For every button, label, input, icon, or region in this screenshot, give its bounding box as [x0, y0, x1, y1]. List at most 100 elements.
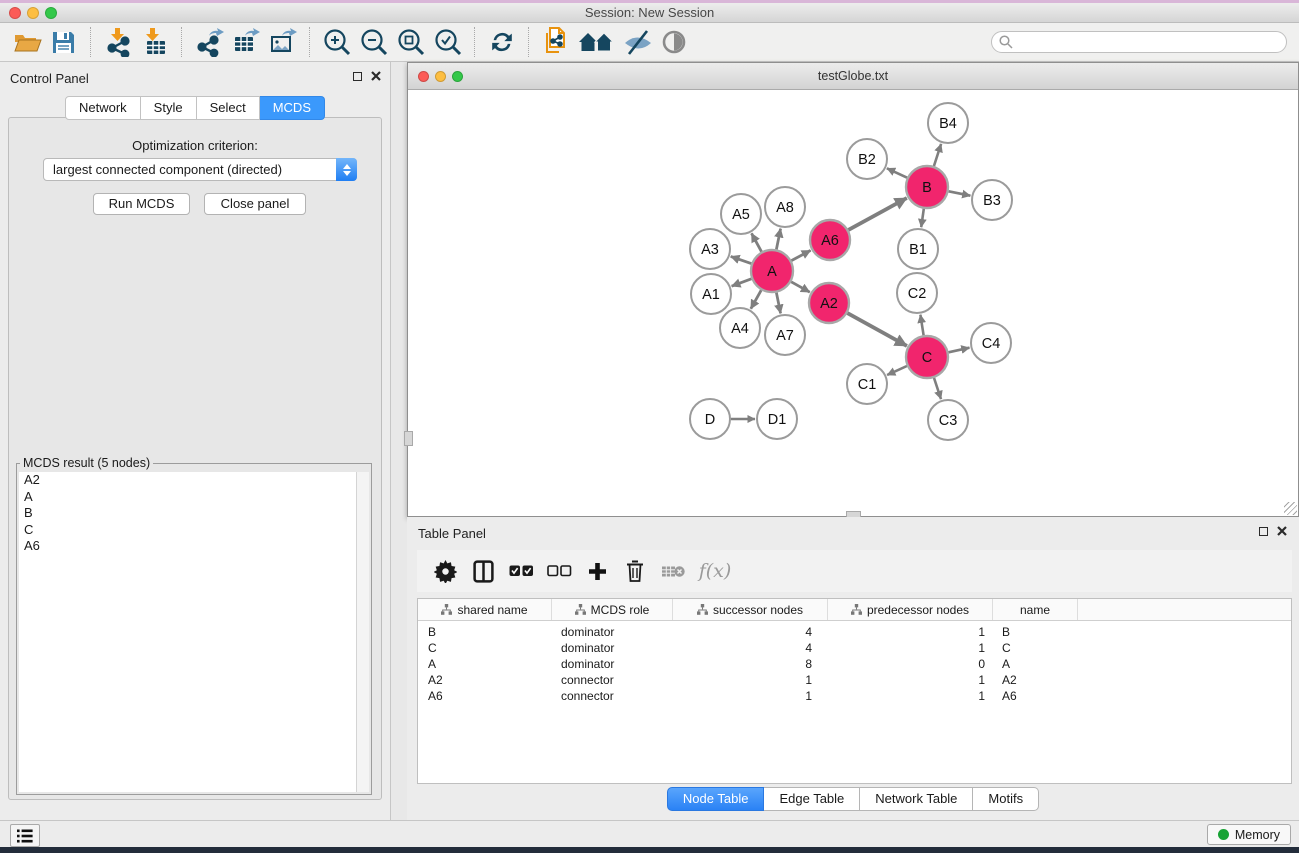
graph-node-C4[interactable]: C4 — [971, 323, 1011, 363]
float-panel-icon[interactable] — [353, 72, 362, 81]
graph-edge-A-A5 — [752, 233, 762, 251]
function-builder-button[interactable]: f(x) — [692, 553, 738, 589]
graph-edge-C-C4 — [949, 348, 970, 353]
memory-button[interactable]: Memory — [1207, 824, 1291, 845]
close-panel-icon[interactable] — [371, 71, 381, 81]
mcds-result-item[interactable]: A6 — [19, 538, 369, 555]
column-header-predecessor-nodes[interactable]: predecessor nodes — [828, 599, 993, 620]
zoom-out-button[interactable] — [355, 25, 392, 59]
graph-node-D[interactable]: D — [690, 399, 730, 439]
graph-node-D1[interactable]: D1 — [757, 399, 797, 439]
delete-table-button[interactable] — [654, 553, 692, 589]
unselect-all-columns-button[interactable] — [540, 553, 578, 589]
zoom-window-button[interactable] — [45, 7, 57, 19]
clone-network-button[interactable] — [537, 25, 574, 59]
minimize-window-button[interactable] — [27, 7, 39, 19]
graph-node-A4[interactable]: A4 — [720, 308, 760, 348]
criterion-select[interactable]: largest connected component (directed) — [43, 158, 357, 181]
export-image-button[interactable] — [264, 25, 301, 59]
network-close-button[interactable] — [418, 71, 429, 82]
tab-edge-table[interactable]: Edge Table — [764, 787, 860, 811]
home-button[interactable] — [574, 25, 618, 59]
clone-network-icon — [541, 26, 571, 58]
column-header-shared-name[interactable]: shared name — [418, 599, 552, 620]
open-session-button[interactable] — [8, 25, 45, 59]
zoom-fit-button[interactable] — [392, 25, 429, 59]
float-table-panel-icon[interactable] — [1259, 527, 1268, 536]
save-session-button[interactable] — [45, 25, 82, 59]
app-screen: Session: New Session — [0, 0, 1299, 853]
create-column-button[interactable] — [578, 553, 616, 589]
graph-node-B1[interactable]: B1 — [898, 229, 938, 269]
graph-node-B2[interactable]: B2 — [847, 139, 887, 179]
column-header-name[interactable]: name — [993, 599, 1078, 620]
graph-node-C[interactable]: C — [906, 336, 948, 378]
tab-style[interactable]: Style — [141, 96, 197, 120]
vertical-scroll-thumb[interactable] — [404, 431, 413, 446]
run-mcds-button[interactable]: Run MCDS — [93, 193, 190, 215]
graph-node-B4[interactable]: B4 — [928, 103, 968, 143]
tab-network-table[interactable]: Network Table — [860, 787, 973, 811]
graph-node-C1[interactable]: C1 — [847, 364, 887, 404]
network-minimize-button[interactable] — [435, 71, 446, 82]
graph-node-A7[interactable]: A7 — [765, 315, 805, 355]
table-row[interactable]: Cdominator41C — [418, 640, 1291, 656]
zoom-selected-button[interactable] — [429, 25, 466, 59]
network-canvas[interactable]: B4 B2 B B3 A8A5 A6 A3 B1 A C2 A1 A2 A4A7 C4 C C1 D D1 C3 — [408, 90, 1298, 516]
table-row[interactable]: Bdominator41B — [418, 624, 1291, 640]
table-cell: B — [993, 624, 1078, 640]
close-table-panel-icon[interactable] — [1277, 526, 1287, 536]
graph-node-A3[interactable]: A3 — [690, 229, 730, 269]
graph-node-C2[interactable]: C2 — [897, 273, 937, 313]
select-all-columns-button[interactable] — [502, 553, 540, 589]
graph-node-A1[interactable]: A1 — [691, 274, 731, 314]
tab-select[interactable]: Select — [197, 96, 260, 120]
graph-node-B[interactable]: B — [906, 166, 948, 208]
show-eye-button[interactable] — [655, 25, 692, 59]
main-toolbar — [0, 23, 1299, 62]
graph-node-C3[interactable]: C3 — [928, 400, 968, 440]
mcds-result-item[interactable]: C — [19, 522, 369, 539]
toolbar-separator — [181, 27, 182, 57]
search-input[interactable] — [991, 31, 1287, 53]
graph-node-B3[interactable]: B3 — [972, 180, 1012, 220]
table-row[interactable]: A2connector11A2 — [418, 672, 1291, 688]
mcds-list-scrollbar[interactable] — [356, 472, 369, 792]
graph-node-A5[interactable]: A5 — [721, 194, 761, 234]
graph-node-A6[interactable]: A6 — [810, 220, 850, 260]
export-network-button[interactable] — [190, 25, 227, 59]
tab-mcds[interactable]: MCDS — [260, 96, 325, 120]
import-network-button[interactable] — [99, 25, 136, 59]
zoom-in-button[interactable] — [318, 25, 355, 59]
tab-motifs[interactable]: Motifs — [973, 787, 1039, 811]
hide-panel-button[interactable] — [618, 25, 655, 59]
tab-node-table[interactable]: Node Table — [667, 787, 765, 811]
mcds-result-item[interactable]: A2 — [19, 472, 369, 489]
network-zoom-button[interactable] — [452, 71, 463, 82]
table-cell: C — [418, 640, 552, 656]
mcds-result-item[interactable]: B — [19, 505, 369, 522]
table-settings-button[interactable] — [426, 553, 464, 589]
table-row[interactable]: Adominator80A — [418, 656, 1291, 672]
close-window-button[interactable] — [9, 7, 21, 19]
graph-node-A2[interactable]: A2 — [809, 283, 849, 323]
mcds-result-item[interactable]: A — [19, 489, 369, 506]
column-header-successor-nodes[interactable]: successor nodes — [673, 599, 828, 620]
graph-node-A8[interactable]: A8 — [765, 187, 805, 227]
resize-grip[interactable] — [1284, 502, 1297, 515]
control-panel-tabs: NetworkStyleSelectMCDS — [0, 96, 390, 120]
column-header-MCDS-role[interactable]: MCDS role — [552, 599, 673, 620]
graph-node-A[interactable]: A — [751, 250, 793, 292]
show-columns-button[interactable] — [464, 553, 502, 589]
table-row[interactable]: A6connector11A6 — [418, 688, 1291, 704]
task-history-button[interactable] — [10, 824, 40, 847]
network-window-titlebar[interactable]: testGlobe.txt — [408, 63, 1298, 90]
close-panel-button[interactable]: Close panel — [204, 193, 306, 215]
tab-network[interactable]: Network — [65, 96, 141, 120]
import-network-icon — [103, 27, 133, 57]
table-cell: A — [418, 656, 552, 672]
delete-columns-button[interactable] — [616, 553, 654, 589]
apply-layout-button[interactable] — [483, 25, 520, 59]
import-table-button[interactable] — [136, 25, 173, 59]
export-table-button[interactable] — [227, 25, 264, 59]
